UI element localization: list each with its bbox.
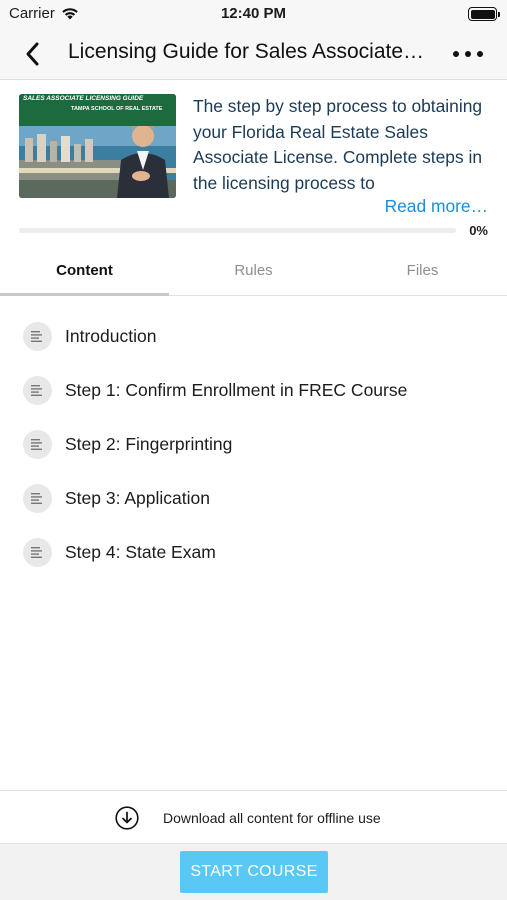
lesson-label: Step 4: State Exam bbox=[65, 542, 216, 562]
course-progress-bar bbox=[19, 228, 456, 233]
read-more-link[interactable]: Read more… bbox=[385, 196, 488, 217]
course-description: The step by step process to obtaining yo… bbox=[193, 96, 483, 193]
more-options-button[interactable] bbox=[453, 40, 483, 68]
course-header: SALES ASSOCIATE LICENSING GUIDE TAMPA SC… bbox=[0, 80, 507, 245]
course-thumbnail[interactable]: SALES ASSOCIATE LICENSING GUIDE TAMPA SC… bbox=[19, 94, 176, 198]
lesson-label: Step 3: Application bbox=[65, 488, 210, 508]
thumbnail-title: SALES ASSOCIATE LICENSING GUIDE bbox=[23, 95, 144, 102]
download-label: Download all content for offline use bbox=[163, 810, 381, 826]
bottom-action-bar: START COURSE bbox=[0, 844, 507, 900]
navigation-bar: Licensing Guide for Sales Associate Lice… bbox=[0, 28, 507, 80]
lesson-item-introduction[interactable]: Introduction bbox=[0, 309, 507, 363]
text-lines-icon bbox=[23, 538, 52, 567]
lesson-item-step-4[interactable]: Step 4: State Exam bbox=[0, 525, 507, 579]
lesson-label: Step 1: Confirm Enrollment in FREC Cours… bbox=[65, 380, 408, 400]
lesson-list: Introduction Step 1: Confirm Enrollment … bbox=[0, 309, 507, 579]
chevron-left-icon bbox=[26, 42, 39, 66]
lesson-item-step-2[interactable]: Step 2: Fingerprinting bbox=[0, 417, 507, 471]
download-offline-button[interactable]: Download all content for offline use bbox=[0, 790, 507, 844]
lesson-label: Step 2: Fingerprinting bbox=[65, 434, 233, 454]
back-button[interactable] bbox=[20, 40, 48, 68]
text-lines-icon bbox=[23, 376, 52, 405]
status-time: 12:40 PM bbox=[220, 5, 287, 22]
text-lines-icon bbox=[23, 484, 52, 513]
course-progress-label: 0% bbox=[469, 223, 488, 238]
status-bar: Carrier 12:40 PM bbox=[0, 0, 507, 28]
download-circle-icon bbox=[115, 806, 139, 830]
tab-rules[interactable]: Rules bbox=[169, 245, 338, 295]
tab-content[interactable]: Content bbox=[0, 245, 169, 296]
text-lines-icon bbox=[23, 322, 52, 351]
tab-files[interactable]: Files bbox=[338, 245, 507, 295]
lesson-item-step-3[interactable]: Step 3: Application bbox=[0, 471, 507, 525]
text-lines-icon bbox=[23, 430, 52, 459]
start-course-button[interactable]: START COURSE bbox=[180, 851, 328, 893]
tab-bar: Content Rules Files bbox=[0, 245, 507, 296]
page-title: Licensing Guide for Sales Associate Lice… bbox=[68, 40, 428, 63]
battery-icon bbox=[468, 7, 500, 21]
thumbnail-logo: TAMPA SCHOOL OF REAL ESTATE bbox=[71, 106, 163, 112]
more-horizontal-icon bbox=[453, 51, 459, 57]
lesson-item-step-1[interactable]: Step 1: Confirm Enrollment in FREC Cours… bbox=[0, 363, 507, 417]
lesson-label: Introduction bbox=[65, 326, 157, 346]
